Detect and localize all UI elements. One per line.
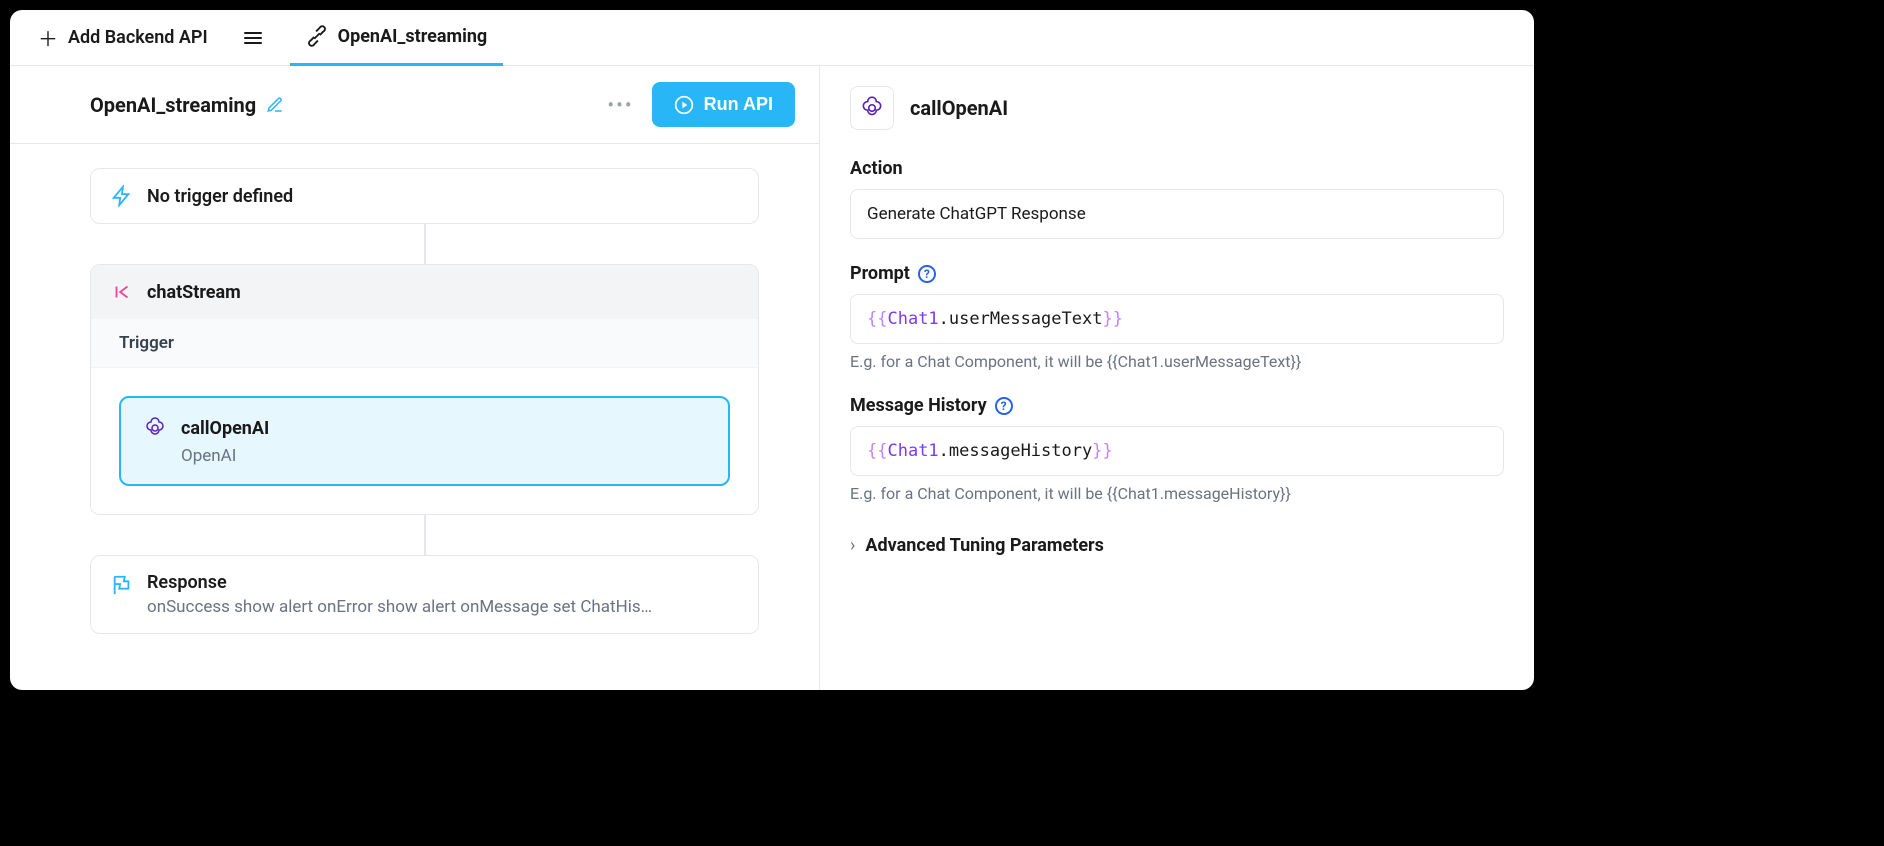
right-panel-header: callOpenAI	[850, 86, 1504, 130]
tab-label: OpenAI_streaming	[338, 26, 488, 47]
help-icon[interactable]: ?	[918, 265, 936, 283]
advanced-params-label: Advanced Tuning Parameters	[865, 535, 1103, 556]
action-select[interactable]: Generate ChatGPT Response	[850, 189, 1504, 239]
stream-header[interactable]: chatStream	[91, 265, 758, 319]
flag-icon	[111, 574, 133, 596]
api-title: OpenAI_streaming	[90, 93, 256, 117]
plus-icon: ＋	[38, 23, 58, 52]
stream-trigger-label[interactable]: Trigger	[91, 319, 758, 368]
plug-icon	[306, 25, 328, 47]
openai-icon	[859, 95, 885, 121]
connector-line	[424, 224, 426, 264]
add-api-label: Add Backend API	[68, 27, 208, 48]
merge-icon	[111, 281, 133, 303]
left-panel: OpenAI_streaming ••• Run API	[10, 66, 820, 690]
top-bar: ＋ Add Backend API OpenAI_streaming	[10, 10, 1534, 66]
tab-openai-streaming[interactable]: OpenAI_streaming	[290, 10, 504, 66]
call-card-header: callOpenAI	[143, 416, 706, 440]
action-label: Action	[850, 158, 1504, 179]
history-hint: E.g. for a Chat Component, it will be {{…	[850, 484, 1504, 503]
prompt-input[interactable]: {{Chat1.userMessageText}}	[850, 294, 1504, 344]
main-area: OpenAI_streaming ••• Run API	[10, 66, 1534, 690]
response-title: Response	[147, 572, 652, 593]
openai-logo-box	[850, 86, 894, 130]
history-field-group: Message History ? {{Chat1.messageHistory…	[850, 395, 1504, 503]
add-backend-api-button[interactable]: ＋ Add Backend API	[26, 15, 220, 60]
advanced-params-toggle[interactable]: › Advanced Tuning Parameters	[850, 527, 1504, 564]
api-header: OpenAI_streaming ••• Run API	[10, 66, 819, 144]
run-api-button[interactable]: Run API	[652, 82, 795, 127]
call-openai-card[interactable]: callOpenAI OpenAI	[119, 396, 730, 486]
more-options-icon[interactable]: •••	[607, 93, 633, 117]
connector-line	[424, 515, 426, 555]
call-name: callOpenAI	[181, 418, 269, 439]
api-title-wrap: OpenAI_streaming	[90, 93, 284, 117]
call-provider: OpenAI	[181, 446, 706, 466]
right-panel-title: callOpenAI	[910, 96, 1008, 120]
stream-card: chatStream Trigger callOpenAI	[90, 264, 759, 515]
prompt-label-row: Prompt ?	[850, 263, 1504, 284]
trigger-card[interactable]: No trigger defined	[90, 168, 759, 224]
prompt-label: Prompt	[850, 263, 910, 284]
trigger-empty-label: No trigger defined	[147, 186, 293, 207]
api-header-actions: ••• Run API	[607, 82, 795, 127]
prompt-hint: E.g. for a Chat Component, it will be {{…	[850, 352, 1504, 371]
history-input[interactable]: {{Chat1.messageHistory}}	[850, 426, 1504, 476]
response-card[interactable]: Response onSuccess show alert onError sh…	[90, 555, 759, 634]
action-value: Generate ChatGPT Response	[867, 204, 1086, 224]
stream-body: callOpenAI OpenAI	[91, 368, 758, 514]
help-icon[interactable]: ?	[995, 397, 1013, 415]
action-field-group: Action Generate ChatGPT Response	[850, 158, 1504, 239]
app-window: ＋ Add Backend API OpenAI_streaming OpenA…	[10, 10, 1534, 690]
right-panel: callOpenAI Action Generate ChatGPT Respo…	[820, 66, 1534, 690]
history-label-row: Message History ?	[850, 395, 1504, 416]
play-icon	[674, 95, 694, 115]
run-api-label: Run API	[704, 94, 773, 115]
flow-area: No trigger defined chatStream Trigger	[10, 144, 819, 690]
response-content: Response onSuccess show alert onError sh…	[147, 572, 652, 617]
prompt-field-group: Prompt ? {{Chat1.userMessageText}} E.g. …	[850, 263, 1504, 371]
bolt-icon	[111, 185, 133, 207]
openai-icon	[143, 416, 167, 440]
edit-icon[interactable]	[266, 96, 284, 114]
menu-icon[interactable]	[236, 24, 270, 52]
stream-name: chatStream	[147, 282, 241, 303]
chevron-right-icon: ›	[850, 535, 855, 556]
response-detail: onSuccess show alert onError show alert …	[147, 597, 652, 617]
history-label: Message History	[850, 395, 987, 416]
